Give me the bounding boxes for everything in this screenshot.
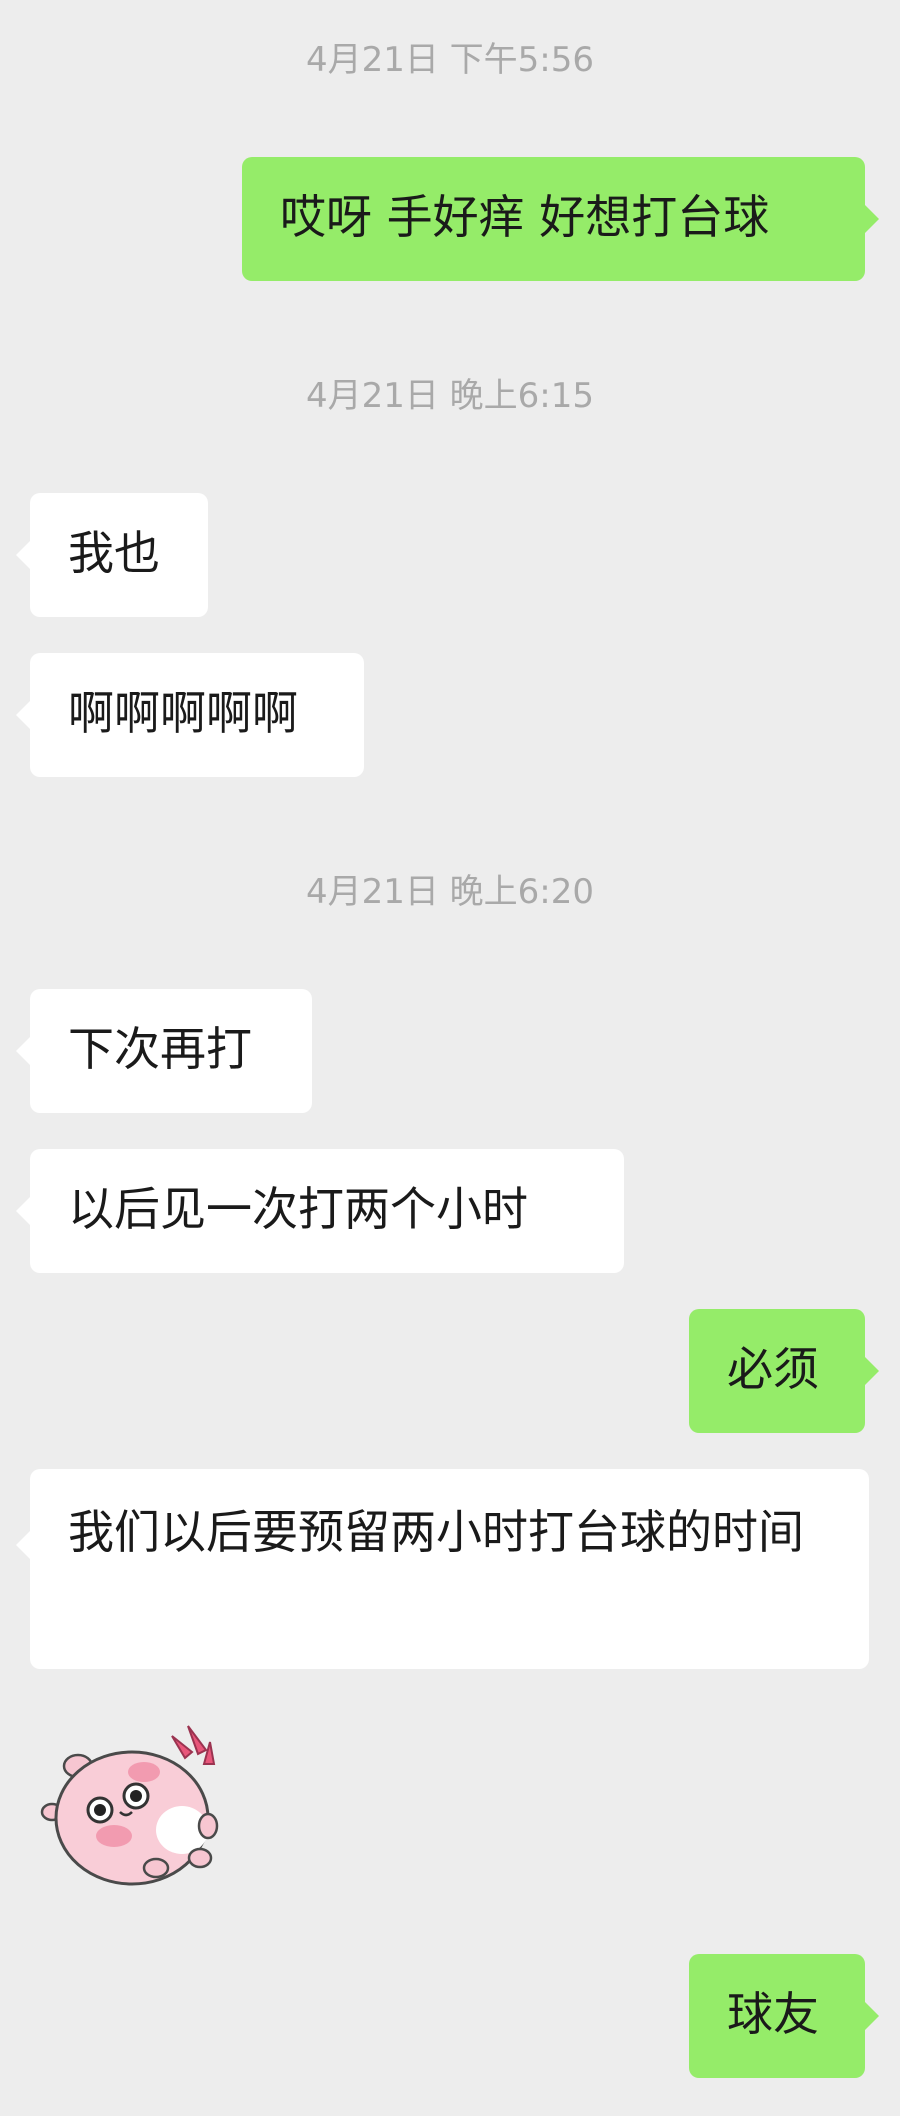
message-text: 必须 bbox=[727, 1342, 819, 1396]
message-bubble-incoming[interactable]: 我们以后要预留两小时打台球的时间 bbox=[16, 1469, 869, 1669]
message-text: 我们以后要预留两小时打台球的时间 bbox=[68, 1505, 804, 1559]
timestamp: 4月21日 下午5:56 bbox=[305, 40, 595, 80]
message-bubble-outgoing[interactable]: 球友 bbox=[689, 1954, 879, 2078]
message-text: 球友 bbox=[727, 1987, 819, 2041]
message-text: 啊啊啊啊啊 bbox=[68, 686, 298, 740]
message-text: 以后见一次打两个小时 bbox=[68, 1182, 528, 1236]
message-text: 下次再打 bbox=[68, 1022, 252, 1076]
message-bubble-incoming[interactable]: 啊啊啊啊啊 bbox=[16, 653, 364, 777]
message-bubble-incoming[interactable]: 以后见一次打两个小时 bbox=[16, 1149, 624, 1273]
message-bubble-incoming[interactable]: 我也 bbox=[16, 493, 208, 617]
pink-hamster-sticker-icon[interactable] bbox=[40, 1718, 230, 1898]
message-bubble-incoming[interactable]: 下次再打 bbox=[16, 989, 312, 1113]
message-bubble-outgoing[interactable]: 必须 bbox=[689, 1309, 879, 1433]
message-text: 哎呀 手好痒 好想打台球 bbox=[280, 190, 770, 244]
message-bubble-outgoing[interactable]: 哎呀 手好痒 好想打台球 bbox=[242, 157, 879, 281]
timestamp: 4月21日 晚上6:20 bbox=[305, 872, 595, 912]
timestamp: 4月21日 晚上6:15 bbox=[305, 376, 595, 416]
message-text: 我也 bbox=[68, 526, 160, 580]
